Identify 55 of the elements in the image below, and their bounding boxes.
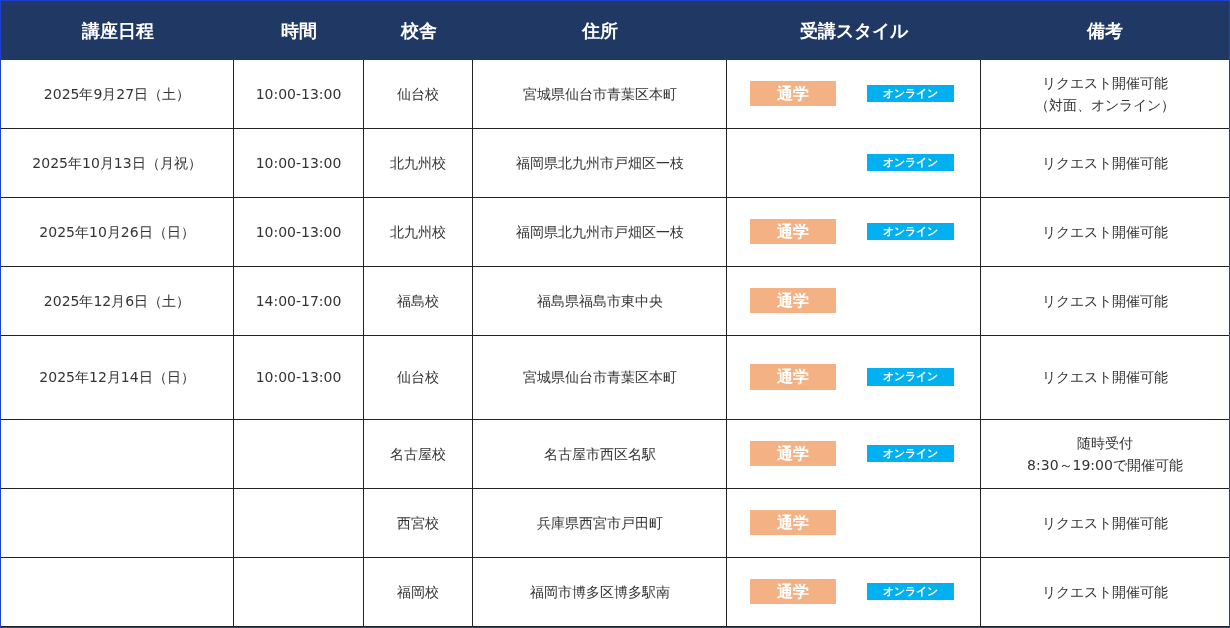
column-header: 備考 (981, 1, 1229, 60)
online-badge: オンライン (867, 444, 954, 463)
time-text: 14:00-17:00 (255, 291, 342, 311)
address-text: 宮城県仙台市青葉区本町 (522, 84, 677, 104)
school-text: 西宮校 (397, 513, 439, 533)
note-text: リクエスト開催可能 (1042, 291, 1168, 311)
note-text: リクエスト開催可能 (1042, 73, 1168, 93)
address-text: 名古屋市西区名駅 (543, 444, 656, 464)
attendance-badge: 通学 (750, 509, 836, 536)
attendance-badge: 通学 (750, 364, 836, 390)
attendance-badge: 通学 (750, 440, 836, 467)
online-badge: オンライン (867, 84, 954, 103)
school-text: 福岡校 (397, 582, 439, 602)
time-text: 10:00-13:00 (255, 153, 342, 173)
school-text: 仙台校 (397, 84, 439, 104)
note-text: リクエスト開催可能 (1042, 513, 1168, 533)
date-text: 2025年9月27日（土） (43, 84, 191, 104)
address-text: 福島県福島市東中央 (536, 291, 663, 311)
date-text: 2025年10月26日（日） (39, 222, 195, 242)
address-text: 宮城県仙台市青葉区本町 (522, 368, 677, 388)
school-text: 仙台校 (397, 368, 439, 388)
school-text: 北九州校 (390, 153, 446, 173)
address-text: 福岡県北九州市戸畑区一枝 (515, 222, 684, 242)
attendance-badge: 通学 (750, 287, 836, 314)
time-text: 10:00-13:00 (255, 84, 342, 104)
column-header: 受講スタイル (727, 1, 981, 60)
date-text: 2025年12月6日（土） (43, 291, 191, 311)
note-text: リクエスト開催可能 (1042, 368, 1168, 388)
time-text: 10:00-13:00 (255, 222, 342, 242)
online-badge: オンライン (867, 368, 954, 386)
note-text: （対面、オンライン） (1035, 96, 1175, 115)
column-header: 校舎 (364, 1, 473, 60)
note-text: 8:30～19:00で開催可能 (1027, 456, 1183, 475)
note-text: リクエスト開催可能 (1042, 582, 1168, 602)
column-header: 時間 (234, 1, 364, 60)
school-text: 名古屋校 (390, 444, 446, 464)
online-badge: オンライン (867, 153, 954, 172)
school-text: 福島校 (397, 291, 439, 311)
date-text: 2025年12月14日（日） (39, 368, 195, 388)
time-text: 10:00-13:00 (255, 368, 342, 388)
online-badge: オンライン (867, 582, 954, 601)
note-text: リクエスト開催可能 (1042, 222, 1168, 242)
date-text: 2025年10月13日（月祝） (32, 153, 202, 173)
address-text: 兵庫県西宮市戸田町 (536, 513, 663, 533)
attendance-badge: 通学 (750, 218, 836, 245)
address-text: 福岡市博多区博多駅南 (529, 582, 670, 602)
column-header: 住所 (473, 1, 727, 60)
attendance-badge: 通学 (750, 80, 836, 107)
note-text: 随時受付 (1077, 433, 1133, 453)
note-text: リクエスト開催可能 (1042, 153, 1168, 173)
attendance-badge: 通学 (750, 578, 836, 605)
online-badge: オンライン (867, 222, 954, 241)
address-text: 福岡県北九州市戸畑区一枝 (515, 153, 684, 173)
school-text: 北九州校 (390, 222, 446, 242)
column-header: 講座日程 (1, 1, 234, 60)
